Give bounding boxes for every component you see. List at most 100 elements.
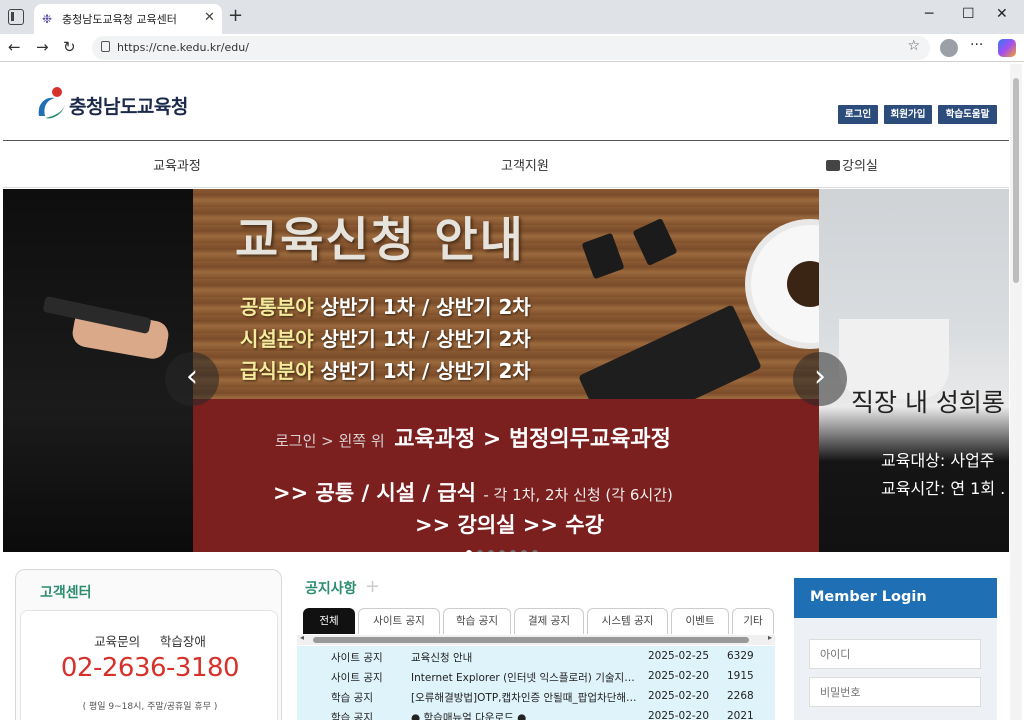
customer-center-title: 고객센터 [40, 585, 92, 601]
notice-row-title[interactable]: ● 학습매뉴얼 다운로드 ● [411, 710, 643, 720]
carousel-indicators [466, 541, 543, 552]
url-text: https://cne.kedu.kr/edu/ [117, 41, 249, 54]
notice-row-title[interactable]: 교육신청 안내 [411, 650, 643, 665]
carousel-dot[interactable] [488, 550, 494, 552]
inquiry-labels: 교육문의 학습장애 [94, 634, 206, 649]
carousel-dot[interactable] [477, 550, 483, 552]
notice-date: 2025-02-25 [648, 650, 710, 662]
more-menu-icon[interactable]: ··· [970, 37, 983, 53]
notice-row[interactable]: 학습 공지 [오류해결방법]OTP,캡차인증 안될때_팝업차단해제 방법 2025-… [297, 686, 775, 707]
notice-view-count: 6329 [727, 650, 754, 662]
notice-tab-site[interactable]: 사이트 공지 [358, 608, 440, 634]
next-slide-target: 교육대상: 사업주 [881, 451, 995, 470]
tab-actions-icon[interactable] [8, 9, 24, 25]
login-id-input[interactable] [809, 639, 981, 669]
web-page: 충청남도교육청 로그인 회원가입 학습도움말 교육과정 고객지원 강의실 교육신… [3, 64, 1009, 720]
customer-center-phone: 02-2636-3180 [60, 653, 240, 683]
notice-category: 학습 공지 [331, 712, 373, 720]
banner-line: 시설분야 상반기 1차 / 상반기 2차 [240, 327, 531, 351]
notice-row-title[interactable]: [오류해결방법]OTP,캡차인증 안될때_팝업차단해제 방법 [411, 690, 643, 705]
notice-view-count: 1915 [727, 670, 754, 682]
notice-category: 사이트 공지 [331, 652, 383, 664]
customer-center-panel: 고객센터 교육문의 학습장애 02-2636-3180 ( 평일 9~18시, … [15, 569, 282, 720]
forward-icon[interactable]: → [36, 38, 49, 56]
banner-line: 공통분야 상반기 1차 / 상반기 2차 [240, 295, 531, 319]
notice-tabs-scrollbar[interactable]: ◂ ▸ [297, 633, 775, 645]
notice-row[interactable]: 학습 공지 ● 학습매뉴얼 다운로드 ● 2025-02-20 2021 [297, 706, 775, 720]
learning-help-button[interactable]: 학습도움말 [938, 105, 997, 124]
login-password-input[interactable] [809, 677, 981, 707]
carousel-dot[interactable] [466, 550, 472, 552]
member-login-panel: Member Login [794, 578, 997, 720]
banner-apply-main: >> 공통 / 시설 / 급식 [273, 481, 477, 505]
back-icon[interactable]: ← [8, 38, 21, 56]
notice-row[interactable]: 사이트 공지 Internet Explorer (인터넷 익스플로러) 기술지원… [297, 666, 775, 687]
notice-tab-learning[interactable]: 학습 공지 [443, 608, 511, 634]
profile-avatar[interactable] [940, 39, 958, 57]
close-tab-icon[interactable]: ✕ [204, 10, 215, 25]
carousel-dot[interactable] [499, 550, 505, 552]
carousel-dot[interactable] [532, 550, 538, 552]
notice-date: 2025-02-20 [648, 690, 710, 702]
maximize-icon[interactable]: ☐ [962, 6, 975, 22]
notice-category: 학습 공지 [331, 692, 373, 704]
close-window-icon[interactable]: ✕ [996, 6, 1008, 22]
banner-instructions: 로그인 > 왼쪽 위 교육과정 > 법정의무교육과정 >> 공통 / 시설 / … [193, 399, 819, 552]
favorite-star-icon[interactable]: ☆ [907, 38, 920, 54]
notice-list: 사이트 공지 교육신청 안내 2025-02-25 6329 사이트 공지 Interne… [297, 646, 775, 720]
menu-courses[interactable]: 교육과정 [153, 155, 201, 174]
main-banner-carousel[interactable]: 교육신청 안내 공통분야 상반기 1차 / 상반기 2차 시설분야 상반기 1차… [3, 189, 1009, 552]
notice-more-icon[interactable]: + [365, 576, 380, 597]
notice-tab-event[interactable]: 이벤트 [671, 608, 729, 634]
notice-date: 2025-02-20 [648, 670, 710, 682]
next-slide-time: 교육시간: 연 1회 . [881, 479, 1006, 498]
menu-support[interactable]: 고객지원 [501, 155, 549, 174]
notice-view-count: 2268 [727, 690, 754, 702]
notice-category: 사이트 공지 [331, 672, 383, 684]
banner-next-slide: 직장 내 성희롱 교육대상: 사업주 교육시간: 연 1회 . [819, 189, 1009, 552]
lock-icon [101, 41, 110, 52]
carousel-dot[interactable] [521, 550, 527, 552]
main-menu: 교육과정 고객지원 강의실 [3, 140, 1009, 188]
carousel-next-arrow-icon[interactable]: › [793, 352, 847, 406]
page-scrollbar[interactable] [1010, 64, 1022, 720]
notice-row-title[interactable]: Internet Explorer (인터넷 익스플로러) 기술지원 종료 안내 [411, 670, 643, 685]
member-login-title: Member Login [794, 578, 997, 618]
menu-lecture-room[interactable]: 강의실 [826, 155, 878, 174]
notice-title: 공지사항 [305, 581, 357, 597]
banner-path-prefix: 로그인 > 왼쪽 위 [275, 432, 385, 450]
notice-tab-system[interactable]: 시스템 공지 [587, 608, 668, 634]
notice-tab-payment[interactable]: 결제 공지 [514, 608, 584, 634]
tab-title: 충청남도교육청 교육센터 [62, 13, 177, 26]
next-slide-title: 직장 내 성희롱 [851, 388, 1005, 417]
reload-icon[interactable]: ↻ [63, 38, 76, 56]
notice-tab-all[interactable]: 전체 [303, 608, 355, 634]
customer-center-hours: ( 평일 9~18시, 주말/공휴일 휴무 ) [82, 702, 218, 712]
notice-date: 2025-02-20 [648, 710, 710, 720]
banner-path-main: 교육과정 > 법정의무교육과정 [394, 427, 671, 452]
banner-line: 급식분야 상반기 1차 / 상반기 2차 [240, 359, 531, 383]
banner-title: 교육신청 안내 [235, 213, 525, 268]
browser-tab-strip: ❉ 충청남도교육청 교육센터 ✕ + ─ ☐ ✕ [0, 0, 1024, 34]
carousel-prev-arrow-icon[interactable]: ‹ [165, 352, 219, 406]
notice-view-count: 2021 [727, 710, 754, 720]
site-favicon-icon: ❉ [42, 12, 53, 26]
site-logo-text[interactable]: 충청남도교육청 [69, 92, 188, 119]
lecture-room-icon [826, 160, 840, 171]
carousel-dot[interactable] [510, 550, 516, 552]
banner-lecture-line: >> 강의실 >> 수강 [415, 513, 604, 537]
copilot-icon[interactable] [998, 39, 1016, 57]
url-field[interactable]: https://cne.kedu.kr/edu/ ☆ [92, 36, 930, 60]
browser-tab-active[interactable]: ❉ 충청남도교육청 교육센터 ✕ [34, 4, 222, 34]
menu-lecture-room-label: 강의실 [842, 159, 878, 174]
address-bar-row: ← → ↻ https://cne.kedu.kr/edu/ ☆ ··· [0, 34, 1024, 62]
logo-icon[interactable] [35, 86, 69, 122]
signup-button[interactable]: 회원가입 [884, 105, 932, 124]
new-tab-button[interactable]: + [228, 5, 243, 26]
notice-row[interactable]: 사이트 공지 교육신청 안내 2025-02-25 6329 [297, 646, 775, 667]
banner-apply-sub: - 각 1차, 2차 신청 (각 6시간) [483, 486, 673, 504]
minimize-icon[interactable]: ─ [925, 6, 933, 22]
login-button[interactable]: 로그인 [838, 105, 878, 124]
notice-tab-etc[interactable]: 기타 [732, 608, 774, 634]
banner-photo-left [3, 189, 193, 552]
